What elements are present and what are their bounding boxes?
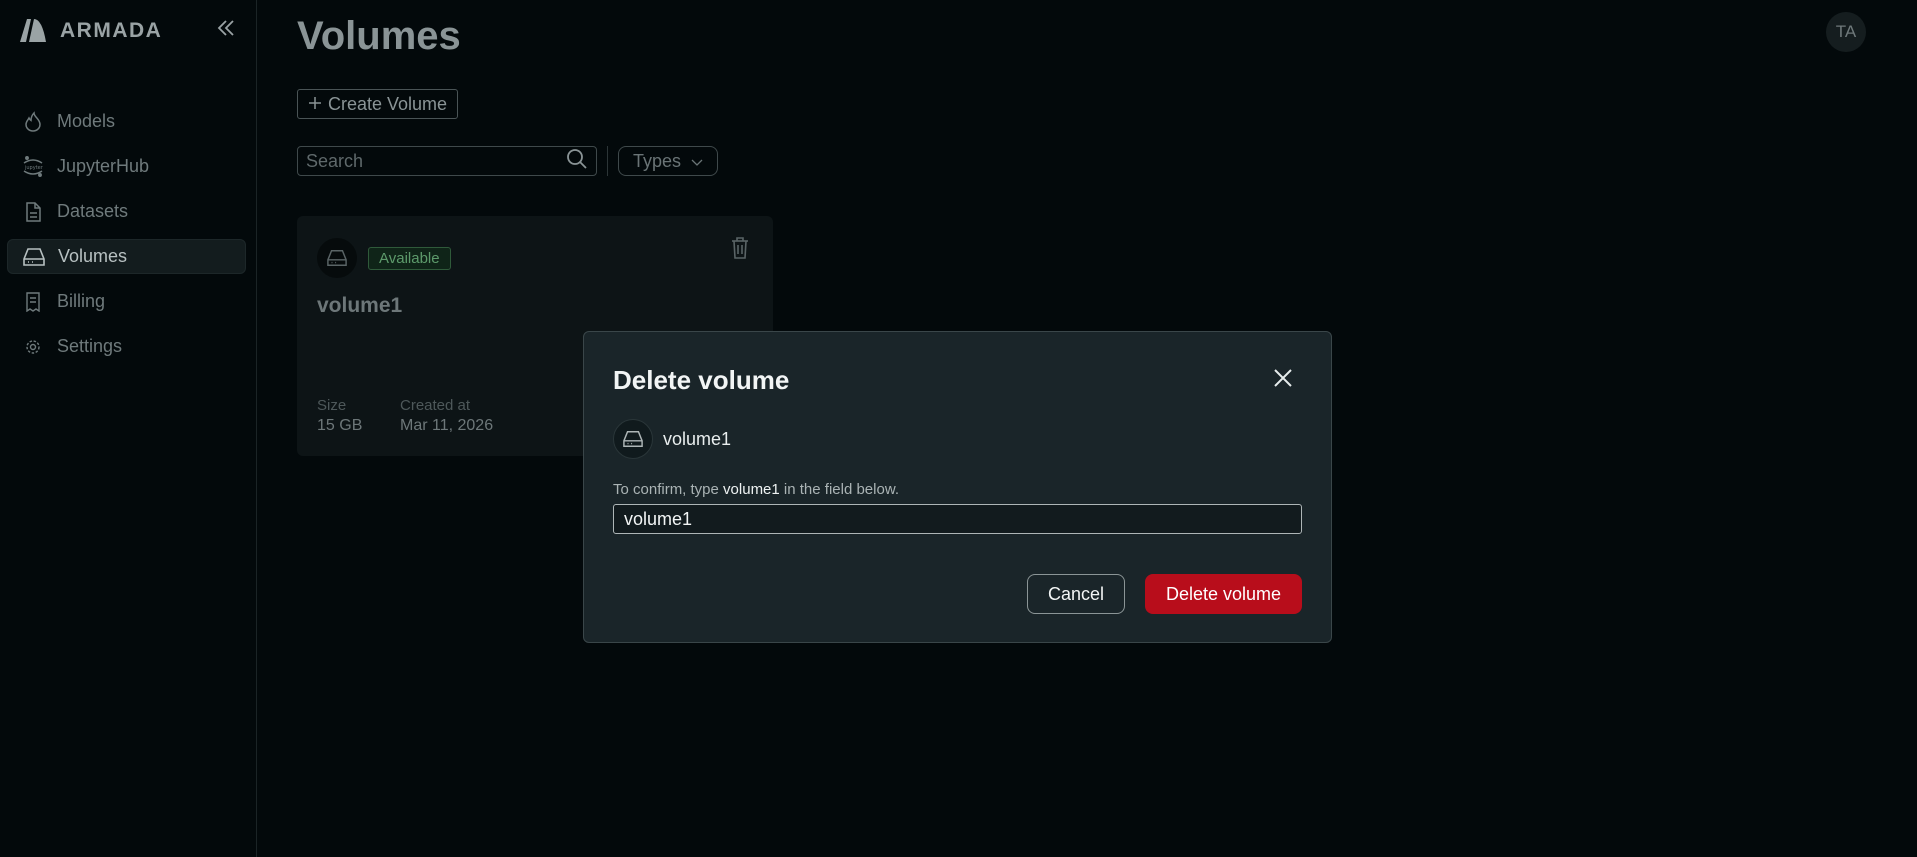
confirm-target: volume1 [723, 481, 780, 498]
jupyter-icon: jupyter [21, 155, 45, 179]
chevrons-left-icon [215, 17, 237, 44]
chevron-down-icon [691, 151, 703, 172]
page-title: Volumes [297, 14, 461, 58]
sidebar-item-label: Volumes [58, 246, 128, 266]
cancel-button[interactable]: Cancel [1027, 574, 1125, 614]
search-input[interactable] [306, 150, 566, 172]
drive-icon [317, 238, 357, 278]
volume-name: volume1 [317, 294, 403, 317]
sidebar-item-billing[interactable]: Billing [7, 284, 246, 319]
delete-volume-dialog: Delete volume volume1 To confirm, type v… [583, 331, 1332, 643]
toolbar-divider [607, 146, 608, 176]
brand-name: ARMADA [60, 19, 163, 42]
drive-icon [22, 245, 46, 269]
confirm-prefix: To confirm, type [613, 481, 724, 498]
status-badge: Available [368, 247, 451, 270]
sidebar-item-label: Datasets [57, 201, 129, 221]
created-label: Created at [400, 397, 471, 414]
collapse-sidebar-button[interactable] [212, 16, 240, 44]
close-icon [1272, 367, 1294, 394]
trash-icon [729, 236, 751, 265]
search-box [297, 146, 597, 176]
brand[interactable]: ARMADA [18, 16, 162, 46]
size-label: Size [317, 397, 347, 414]
sidebar-item-settings[interactable]: Settings [7, 329, 246, 364]
sidebar-nav: Models jupyter JupyterHub Datasets Volum… [7, 104, 246, 374]
file-icon [21, 200, 45, 224]
flame-icon [21, 110, 45, 134]
sidebar-item-jupyterhub[interactable]: jupyter JupyterHub [7, 149, 246, 184]
drive-icon [613, 419, 653, 459]
sidebar: ARMADA Models jupyter JupyterHub Dataset… [0, 0, 257, 857]
close-dialog-button[interactable] [1268, 365, 1298, 395]
search-icon[interactable] [566, 148, 588, 175]
sidebar-item-label: Models [57, 111, 116, 131]
dialog-volume-name: volume1 [663, 429, 732, 449]
sidebar-item-label: Settings [57, 336, 123, 356]
size-value: 15 GB [317, 417, 363, 434]
create-volume-button[interactable]: Create Volume [297, 89, 459, 119]
gear-icon [21, 335, 45, 359]
sidebar-item-datasets[interactable]: Datasets [7, 194, 246, 229]
delete-volume-confirm-button[interactable]: Delete volume [1145, 574, 1302, 614]
svg-text:jupyter: jupyter [24, 165, 44, 171]
sidebar-item-label: Billing [57, 291, 106, 311]
delete-volume-button[interactable] [727, 236, 753, 264]
types-filter-label: Types [632, 150, 682, 171]
confirm-name-input[interactable] [613, 504, 1302, 534]
avatar[interactable]: TA [1826, 12, 1866, 52]
confirm-suffix: in the field below. [779, 481, 899, 498]
sidebar-item-label: JupyterHub [57, 156, 150, 176]
plus-icon [308, 94, 322, 115]
receipt-icon [21, 290, 45, 314]
confirm-instructions: To confirm, type volume1 in the field be… [613, 481, 899, 498]
dialog-title: Delete volume [613, 365, 790, 395]
armada-logo-icon [18, 15, 52, 48]
sidebar-item-volumes[interactable]: Volumes [7, 239, 246, 274]
types-filter-button[interactable]: Types [618, 146, 718, 176]
create-volume-label: Create Volume [328, 93, 448, 114]
created-value: Mar 11, 2026 [400, 417, 494, 434]
sidebar-item-models[interactable]: Models [7, 104, 246, 139]
